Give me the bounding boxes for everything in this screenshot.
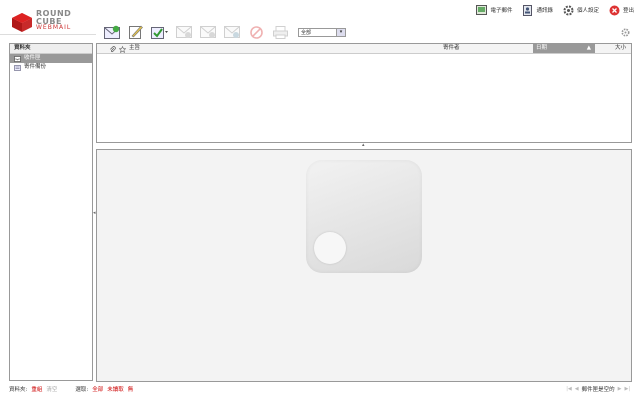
- compose-icon: [129, 25, 143, 39]
- folder-panel: 資料夾 收件匣 寄件備份: [9, 43, 93, 381]
- reply-all-icon: [200, 25, 216, 38]
- print-button[interactable]: [268, 21, 292, 43]
- folder-inbox[interactable]: 收件匣: [10, 54, 92, 63]
- chevron-down-icon: ▾: [336, 28, 345, 36]
- reply-icon: [176, 25, 192, 38]
- reply-all-button[interactable]: [196, 21, 220, 43]
- select-unread-link[interactable]: 未讀取: [107, 385, 124, 393]
- mark-icon: [151, 27, 168, 39]
- gear-icon: [563, 5, 574, 16]
- flag-star-icon[interactable]: [119, 45, 126, 54]
- filter-select[interactable]: 全部 ▾: [298, 27, 346, 37]
- check-mail-icon: [104, 25, 120, 39]
- folder-sent[interactable]: 寄件備份: [10, 63, 92, 72]
- next-page-icon[interactable]: ▶: [618, 386, 622, 392]
- folder-panel-header: 資料夾: [10, 44, 92, 54]
- inbox-icon: [14, 55, 21, 62]
- reply-button[interactable]: [172, 21, 196, 43]
- column-size[interactable]: 大小: [615, 44, 626, 53]
- message-preview: [96, 149, 632, 382]
- horizontal-splitter[interactable]: ▴: [362, 142, 367, 148]
- logo-subtext: WEBMAIL: [36, 24, 72, 31]
- roundcube-logo: ROUND CUBE WEBMAIL: [10, 6, 96, 34]
- mail-toolbar: 全部 ▾: [100, 21, 346, 43]
- print-icon: [272, 25, 288, 39]
- addressbook-icon: [522, 4, 533, 16]
- compose-button[interactable]: [124, 21, 148, 43]
- check-mail-button[interactable]: [100, 21, 124, 43]
- top-navigation: 電子郵件 通訊錄 個人設定 登出: [476, 3, 634, 17]
- delete-button[interactable]: [244, 21, 268, 43]
- last-page-icon[interactable]: ▶|: [624, 386, 630, 392]
- mark-button[interactable]: [148, 21, 172, 43]
- search-options-icon[interactable]: [621, 28, 630, 37]
- compact-link[interactable]: 重組: [31, 385, 42, 393]
- select-all-link[interactable]: 全部: [92, 385, 103, 393]
- message-count-status: 郵件匣是空的: [581, 387, 615, 393]
- logo-divider: [0, 34, 96, 35]
- nav-settings[interactable]: 個人設定: [563, 3, 599, 17]
- cube-logo-icon: [12, 13, 32, 32]
- column-date[interactable]: 日期 ▲: [533, 44, 595, 53]
- forward-icon: [224, 25, 240, 38]
- sort-arrow-icon: ▲: [586, 45, 591, 51]
- roundcube-watermark-icon: [306, 160, 422, 273]
- mail-icon: [476, 5, 488, 16]
- message-list-header: 主旨 寄件者 日期 ▲ 大小: [97, 44, 631, 54]
- select-none-link[interactable]: 無: [128, 385, 134, 393]
- attachment-icon[interactable]: [109, 45, 116, 54]
- first-page-icon[interactable]: |◀: [566, 386, 572, 392]
- delete-icon: [249, 25, 263, 39]
- nav-addressbook[interactable]: 通訊錄: [522, 3, 553, 17]
- logout-icon: [609, 5, 620, 16]
- sent-icon: [14, 64, 21, 71]
- previous-page-icon[interactable]: ◀: [575, 386, 579, 392]
- nav-mail[interactable]: 電子郵件: [476, 3, 512, 17]
- footer-actions: 資料夾: 重組 清空 選取: 全部 未讀取 無: [9, 385, 134, 393]
- message-list: 主旨 寄件者 日期 ▲ 大小: [96, 43, 632, 143]
- empty-link[interactable]: 清空: [46, 385, 57, 393]
- column-subject[interactable]: 主旨: [129, 44, 140, 53]
- column-sender[interactable]: 寄件者: [443, 44, 460, 53]
- pagination: |◀ ◀ 郵件匣是空的 ▶ ▶|: [566, 385, 630, 393]
- nav-logout[interactable]: 登出: [609, 3, 634, 17]
- search-input[interactable]: [540, 29, 630, 37]
- forward-button[interactable]: [220, 21, 244, 43]
